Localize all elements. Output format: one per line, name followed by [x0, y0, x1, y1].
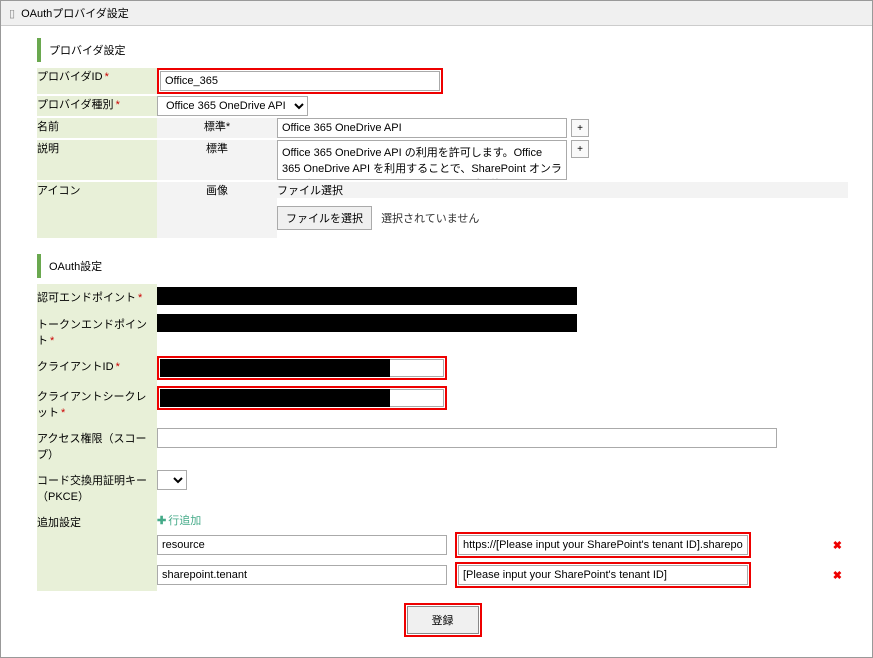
pkce-label: コード交換用証明キー（PKCE） — [37, 467, 157, 509]
provider-section-header: プロバイダ設定 — [37, 38, 848, 62]
auth-endpoint-label: 認可エンドポイント* — [37, 284, 157, 311]
icon-file-status: 選択されていません — [381, 213, 479, 225]
icon-image-label: 画像 — [157, 182, 277, 238]
description-add-locale-button[interactable]: + — [571, 140, 589, 158]
token-endpoint-label: トークンエンドポイント* — [37, 311, 157, 353]
advanced-key-input[interactable] — [157, 535, 447, 555]
provider-form: プロバイダID* プロバイダ種別* Office 365 OneDrive AP… — [37, 68, 848, 238]
plus-icon: ✚ — [157, 514, 166, 527]
client-secret-label: クライアントシークレット* — [37, 383, 157, 425]
name-input[interactable] — [277, 118, 567, 138]
client-secret-input[interactable] — [160, 389, 390, 407]
icon-label: アイコン — [37, 182, 157, 238]
delete-row-icon[interactable]: ✖ — [827, 539, 848, 552]
content-area: プロバイダ設定 プロバイダID* プロバイダ種別* — [1, 26, 872, 657]
description-label: 説明 — [37, 140, 157, 180]
advanced-label: 追加設定 — [37, 509, 157, 591]
provider-id-label: プロバイダID* — [37, 68, 157, 94]
description-textarea[interactable] — [277, 140, 567, 180]
name-add-locale-button[interactable]: + — [571, 119, 589, 137]
oauth-form: 認可エンドポイント* トークンエンドポイント* クライアントID* — [37, 284, 848, 591]
scope-input[interactable] — [157, 428, 777, 448]
advanced-row: ✖ — [157, 562, 848, 588]
client-id-input[interactable] — [160, 359, 390, 377]
oauth-section-header: OAuth設定 — [37, 254, 848, 278]
advanced-row: ✖ — [157, 532, 848, 558]
name-locale-label: 標準* — [157, 118, 277, 138]
advanced-key-input[interactable] — [157, 565, 447, 585]
window-title: OAuthプロバイダ設定 — [21, 5, 129, 21]
auth-endpoint-input[interactable] — [157, 287, 577, 305]
window-icon: ▯ — [9, 7, 15, 20]
add-row-button[interactable]: ✚ 行追加 — [157, 512, 201, 528]
client-id-label: クライアントID* — [37, 353, 157, 383]
description-locale-label: 標準 — [157, 140, 277, 180]
provider-id-input[interactable] — [160, 71, 440, 91]
advanced-value-input[interactable] — [458, 565, 748, 585]
name-label: 名前 — [37, 118, 157, 138]
submit-button[interactable]: 登録 — [407, 606, 479, 634]
provider-type-select[interactable]: Office 365 OneDrive API — [157, 96, 308, 116]
title-bar: ▯ OAuthプロバイダ設定 — [1, 1, 872, 26]
provider-type-label: プロバイダ種別* — [37, 96, 157, 116]
icon-file-button[interactable]: ファイルを選択 — [277, 206, 372, 230]
window: ▯ OAuthプロバイダ設定 プロバイダ設定 プロバイダID* プロバイダ種別* — [0, 0, 873, 658]
footer: 登録 — [37, 591, 848, 641]
token-endpoint-input[interactable] — [157, 314, 577, 332]
scope-label: アクセス権限（スコープ） — [37, 425, 157, 467]
advanced-value-input[interactable] — [458, 535, 748, 555]
delete-row-icon[interactable]: ✖ — [827, 569, 848, 582]
icon-file-header: ファイル選択 — [277, 182, 848, 198]
pkce-select[interactable] — [157, 470, 187, 490]
